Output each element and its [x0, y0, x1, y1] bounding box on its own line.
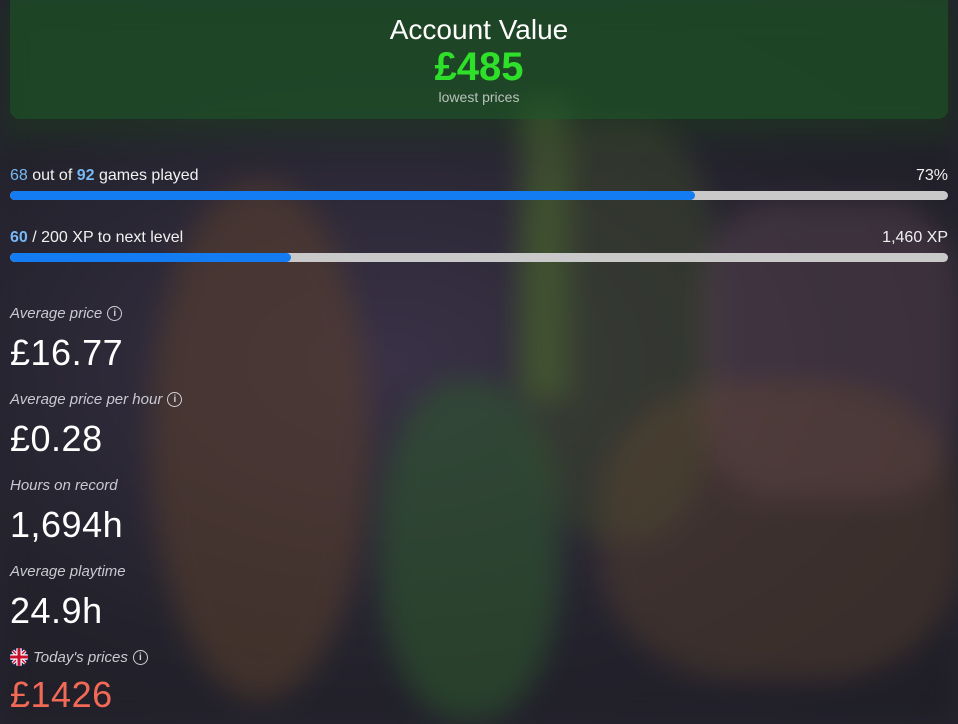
stat-average-price-per-hour-value: £0.28 — [10, 418, 103, 459]
xp-label: 60 / 200 XP to next level — [10, 229, 183, 247]
stat-average-playtime: Average playtime 24.9h — [10, 562, 126, 632]
account-value-amount: £485 — [434, 45, 524, 89]
games-played-percent: 73% — [915, 167, 948, 184]
stat-average-playtime-value: 24.9h — [10, 590, 103, 631]
stat-average-price-per-hour-label: Average price per hour — [10, 390, 163, 408]
uk-flag-icon — [10, 648, 28, 666]
stat-todays-prices-value: £1426 — [10, 674, 113, 715]
xp-progress-fill — [10, 253, 292, 262]
account-value-title: Account Value — [389, 14, 569, 45]
games-played-count: 68 — [10, 167, 28, 184]
xp-suffix: / 200 XP to next level — [27, 229, 184, 246]
games-total-count: 92 — [76, 167, 95, 184]
stat-todays-prices-label: Today's prices — [33, 648, 128, 666]
games-played-suffix: games played — [94, 167, 199, 184]
stat-hours-on-record-value: 1,694h — [10, 504, 124, 545]
games-progress-track — [10, 191, 948, 200]
games-played-label: 68 out of 92 games played — [10, 167, 199, 185]
info-icon[interactable]: i — [107, 305, 123, 321]
info-icon[interactable]: i — [132, 649, 148, 665]
stat-average-price-label: Average price — [10, 304, 103, 322]
stat-average-price-value: £16.77 — [10, 332, 124, 373]
xp-current: 60 — [10, 229, 28, 246]
games-progress-fill — [10, 191, 695, 200]
stat-todays-prices: Today's prices i £1426 — [10, 648, 148, 716]
stat-average-price-per-hour: Average price per hour i £0.28 — [10, 390, 183, 460]
games-out-of-text: out of — [27, 167, 77, 184]
stat-average-playtime-label: Average playtime — [10, 562, 126, 580]
stat-average-price: Average price i £16.77 — [10, 304, 123, 374]
info-icon[interactable]: i — [167, 391, 183, 407]
stat-hours-on-record: Hours on record 1,694h — [10, 476, 123, 546]
xp-progress-track — [10, 253, 948, 262]
account-value-subtitle: lowest prices — [438, 89, 520, 105]
stat-hours-on-record-label: Hours on record — [10, 476, 118, 494]
xp-total: 1,460 XP — [882, 229, 948, 246]
account-value-card: Account Value £485 lowest prices — [10, 0, 948, 119]
